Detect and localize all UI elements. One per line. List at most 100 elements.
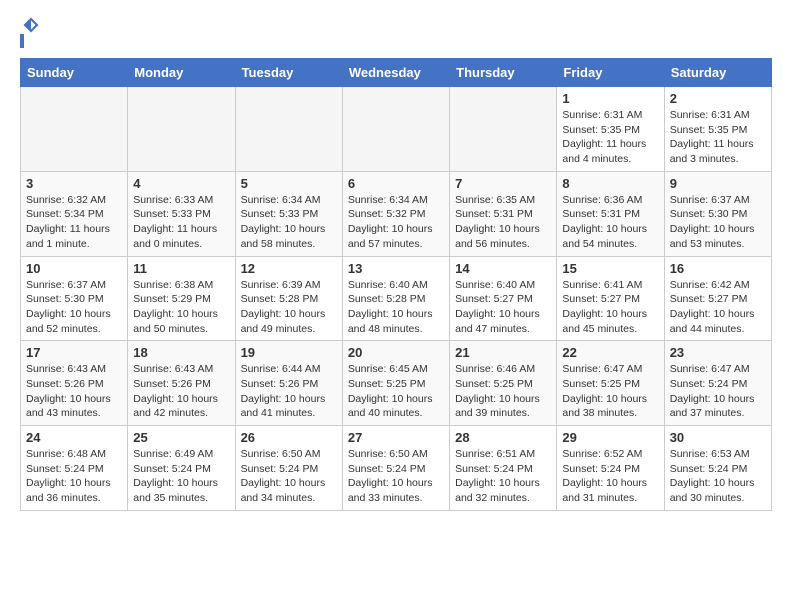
weekday-header-monday: Monday (128, 59, 235, 87)
day-info: Sunrise: 6:50 AM Sunset: 5:24 PM Dayligh… (348, 447, 444, 506)
day-number: 5 (241, 176, 337, 191)
day-info: Sunrise: 6:43 AM Sunset: 5:26 PM Dayligh… (26, 362, 122, 421)
day-info: Sunrise: 6:52 AM Sunset: 5:24 PM Dayligh… (562, 447, 658, 506)
calendar-cell: 11 Sunrise: 6:38 AM Sunset: 5:29 PM Dayli… (128, 256, 235, 341)
calendar-cell: 20 Sunrise: 6:45 AM Sunset: 5:25 PM Dayli… (342, 341, 449, 426)
day-info: Sunrise: 6:37 AM Sunset: 5:30 PM Dayligh… (26, 278, 122, 337)
day-number: 12 (241, 261, 337, 276)
day-number: 26 (241, 430, 337, 445)
header (20, 20, 772, 48)
day-number: 22 (562, 345, 658, 360)
day-number: 6 (348, 176, 444, 191)
day-number: 2 (670, 91, 766, 106)
day-number: 28 (455, 430, 551, 445)
day-info: Sunrise: 6:44 AM Sunset: 5:26 PM Dayligh… (241, 362, 337, 421)
calendar-cell: 4 Sunrise: 6:33 AM Sunset: 5:33 PM Daylig… (128, 171, 235, 256)
calendar-cell: 12 Sunrise: 6:39 AM Sunset: 5:28 PM Dayli… (235, 256, 342, 341)
day-info: Sunrise: 6:46 AM Sunset: 5:25 PM Dayligh… (455, 362, 551, 421)
calendar-cell: 5 Sunrise: 6:34 AM Sunset: 5:33 PM Daylig… (235, 171, 342, 256)
day-info: Sunrise: 6:31 AM Sunset: 5:35 PM Dayligh… (670, 108, 766, 167)
calendar-cell: 9 Sunrise: 6:37 AM Sunset: 5:30 PM Daylig… (664, 171, 771, 256)
day-info: Sunrise: 6:31 AM Sunset: 5:35 PM Dayligh… (562, 108, 658, 167)
day-info: Sunrise: 6:39 AM Sunset: 5:28 PM Dayligh… (241, 278, 337, 337)
day-info: Sunrise: 6:42 AM Sunset: 5:27 PM Dayligh… (670, 278, 766, 337)
calendar-cell: 24 Sunrise: 6:48 AM Sunset: 5:24 PM Dayli… (21, 426, 128, 511)
day-number: 11 (133, 261, 229, 276)
page: SundayMondayTuesdayWednesdayThursdayFrid… (0, 0, 792, 521)
day-number: 29 (562, 430, 658, 445)
day-number: 19 (241, 345, 337, 360)
day-info: Sunrise: 6:45 AM Sunset: 5:25 PM Dayligh… (348, 362, 444, 421)
day-number: 20 (348, 345, 444, 360)
week-row-3: 10 Sunrise: 6:37 AM Sunset: 5:30 PM Dayli… (21, 256, 772, 341)
day-info: Sunrise: 6:32 AM Sunset: 5:34 PM Dayligh… (26, 193, 122, 252)
logo-text (20, 20, 40, 34)
calendar-cell (235, 87, 342, 172)
logo (20, 20, 40, 48)
day-number: 1 (562, 91, 658, 106)
calendar-cell: 1 Sunrise: 6:31 AM Sunset: 5:35 PM Daylig… (557, 87, 664, 172)
calendar-cell: 15 Sunrise: 6:41 AM Sunset: 5:27 PM Dayli… (557, 256, 664, 341)
week-row-4: 17 Sunrise: 6:43 AM Sunset: 5:26 PM Dayli… (21, 341, 772, 426)
weekday-header-sunday: Sunday (21, 59, 128, 87)
day-info: Sunrise: 6:34 AM Sunset: 5:33 PM Dayligh… (241, 193, 337, 252)
weekday-header-thursday: Thursday (450, 59, 557, 87)
day-number: 16 (670, 261, 766, 276)
day-number: 17 (26, 345, 122, 360)
calendar-cell: 3Sunrise: 6:32 AM Sunset: 5:34 PM Daylig… (21, 171, 128, 256)
day-info: Sunrise: 6:40 AM Sunset: 5:28 PM Dayligh… (348, 278, 444, 337)
day-number: 7 (455, 176, 551, 191)
day-number: 24 (26, 430, 122, 445)
calendar-cell (128, 87, 235, 172)
day-info: Sunrise: 6:43 AM Sunset: 5:26 PM Dayligh… (133, 362, 229, 421)
day-number: 8 (562, 176, 658, 191)
day-info: Sunrise: 6:37 AM Sunset: 5:30 PM Dayligh… (670, 193, 766, 252)
calendar-cell: 25Sunrise: 6:49 AM Sunset: 5:24 PM Dayli… (128, 426, 235, 511)
calendar-cell: 26 Sunrise: 6:50 AM Sunset: 5:24 PM Dayli… (235, 426, 342, 511)
day-info: Sunrise: 6:51 AM Sunset: 5:24 PM Dayligh… (455, 447, 551, 506)
calendar-cell: 23Sunrise: 6:47 AM Sunset: 5:24 PM Dayli… (664, 341, 771, 426)
day-info: Sunrise: 6:38 AM Sunset: 5:29 PM Dayligh… (133, 278, 229, 337)
logo-icon (22, 16, 40, 34)
calendar-cell (21, 87, 128, 172)
calendar-cell: 17 Sunrise: 6:43 AM Sunset: 5:26 PM Dayli… (21, 341, 128, 426)
day-number: 21 (455, 345, 551, 360)
day-number: 4 (133, 176, 229, 191)
day-number: 14 (455, 261, 551, 276)
day-info: Sunrise: 6:41 AM Sunset: 5:27 PM Dayligh… (562, 278, 658, 337)
day-info: Sunrise: 6:36 AM Sunset: 5:31 PM Dayligh… (562, 193, 658, 252)
day-info: Sunrise: 6:33 AM Sunset: 5:33 PM Dayligh… (133, 193, 229, 252)
day-number: 30 (670, 430, 766, 445)
day-number: 9 (670, 176, 766, 191)
week-row-2: 3Sunrise: 6:32 AM Sunset: 5:34 PM Daylig… (21, 171, 772, 256)
day-number: 10 (26, 261, 122, 276)
calendar-cell: 21 Sunrise: 6:46 AM Sunset: 5:25 PM Dayli… (450, 341, 557, 426)
calendar-cell: 28 Sunrise: 6:51 AM Sunset: 5:24 PM Dayli… (450, 426, 557, 511)
calendar-cell (342, 87, 449, 172)
day-info: Sunrise: 6:34 AM Sunset: 5:32 PM Dayligh… (348, 193, 444, 252)
day-info: Sunrise: 6:47 AM Sunset: 5:24 PM Dayligh… (670, 362, 766, 421)
weekday-header-wednesday: Wednesday (342, 59, 449, 87)
week-row-1: 1 Sunrise: 6:31 AM Sunset: 5:35 PM Daylig… (21, 87, 772, 172)
calendar-cell: 2 Sunrise: 6:31 AM Sunset: 5:35 PM Daylig… (664, 87, 771, 172)
weekday-header-saturday: Saturday (664, 59, 771, 87)
calendar-cell: 18 Sunrise: 6:43 AM Sunset: 5:26 PM Dayli… (128, 341, 235, 426)
calendar-cell: 10 Sunrise: 6:37 AM Sunset: 5:30 PM Dayli… (21, 256, 128, 341)
day-info: Sunrise: 6:35 AM Sunset: 5:31 PM Dayligh… (455, 193, 551, 252)
calendar-cell: 30Sunrise: 6:53 AM Sunset: 5:24 PM Dayli… (664, 426, 771, 511)
calendar-cell: 14 Sunrise: 6:40 AM Sunset: 5:27 PM Dayli… (450, 256, 557, 341)
calendar: SundayMondayTuesdayWednesdayThursdayFrid… (20, 58, 772, 511)
weekday-header-tuesday: Tuesday (235, 59, 342, 87)
day-number: 15 (562, 261, 658, 276)
day-number: 18 (133, 345, 229, 360)
calendar-cell: 19 Sunrise: 6:44 AM Sunset: 5:26 PM Dayli… (235, 341, 342, 426)
weekday-header-friday: Friday (557, 59, 664, 87)
weekday-header-row: SundayMondayTuesdayWednesdayThursdayFrid… (21, 59, 772, 87)
calendar-cell: 6 Sunrise: 6:34 AM Sunset: 5:32 PM Daylig… (342, 171, 449, 256)
calendar-cell: 7 Sunrise: 6:35 AM Sunset: 5:31 PM Daylig… (450, 171, 557, 256)
day-info: Sunrise: 6:47 AM Sunset: 5:25 PM Dayligh… (562, 362, 658, 421)
day-info: Sunrise: 6:50 AM Sunset: 5:24 PM Dayligh… (241, 447, 337, 506)
day-info: Sunrise: 6:40 AM Sunset: 5:27 PM Dayligh… (455, 278, 551, 337)
day-info: Sunrise: 6:48 AM Sunset: 5:24 PM Dayligh… (26, 447, 122, 506)
week-row-5: 24 Sunrise: 6:48 AM Sunset: 5:24 PM Dayli… (21, 426, 772, 511)
